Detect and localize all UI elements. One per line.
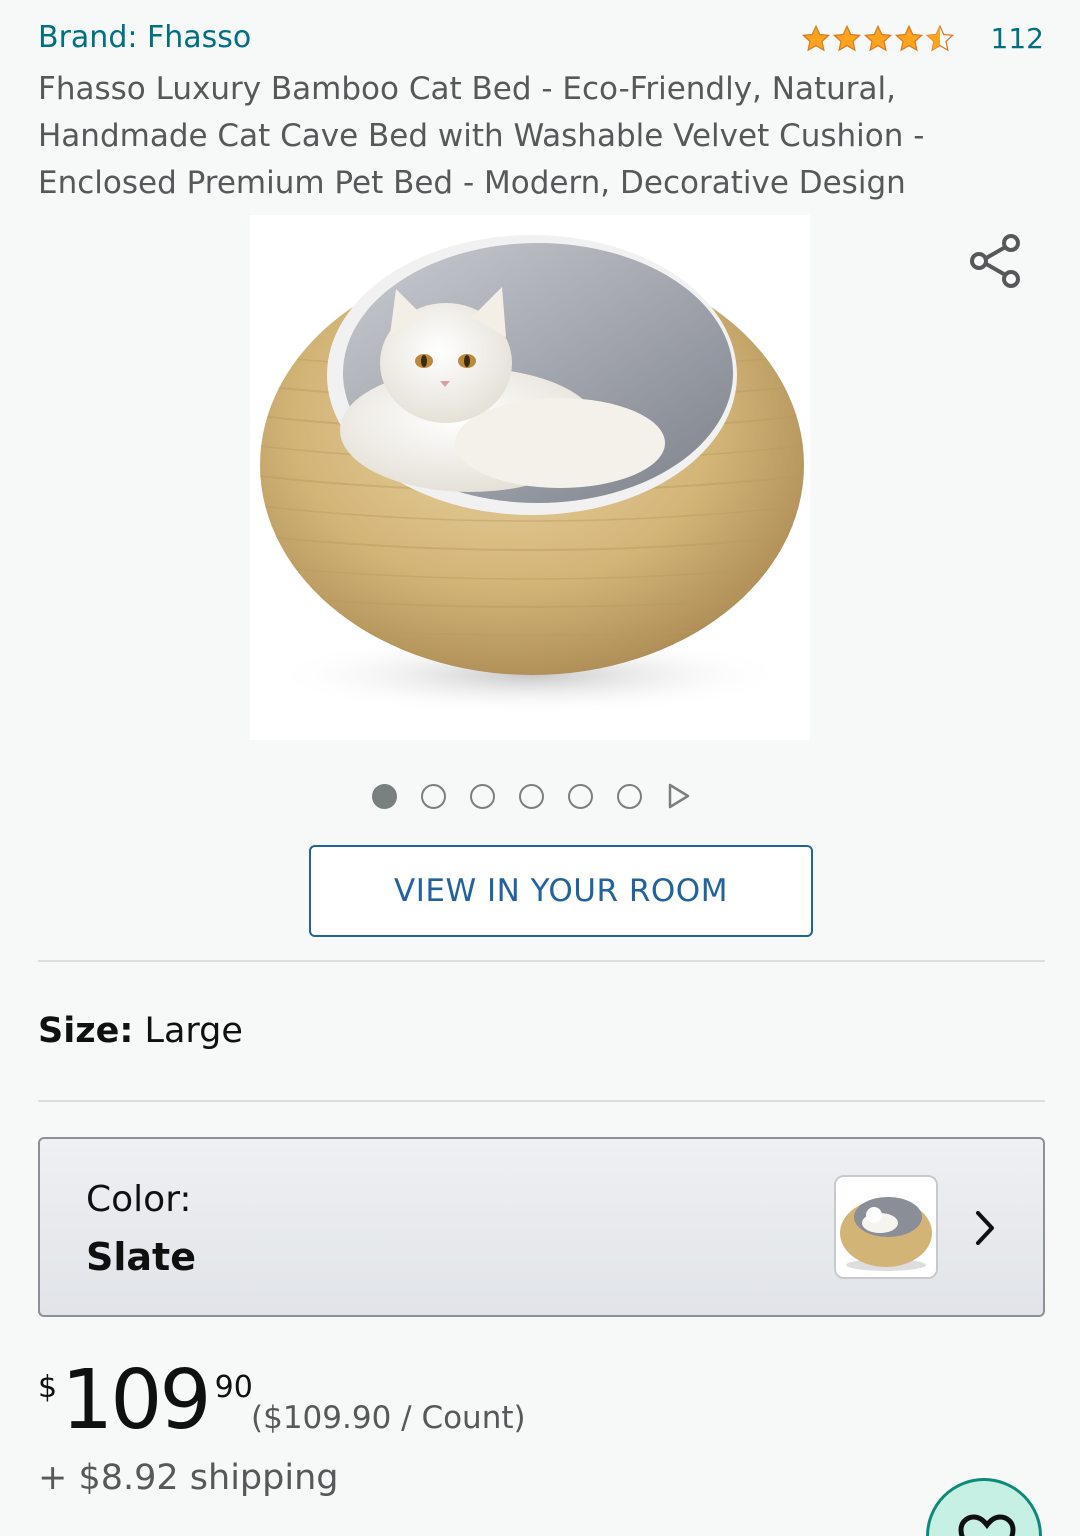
brand-link[interactable]: Brand: Fhasso <box>38 20 251 55</box>
divider <box>38 1100 1045 1102</box>
image-carousel-dots <box>372 782 692 810</box>
play-icon[interactable] <box>666 782 692 810</box>
color-selector[interactable]: Color: Slate <box>38 1137 1045 1317</box>
color-label: Color: <box>86 1179 192 1220</box>
price-whole: 109 <box>61 1353 212 1448</box>
color-thumbnail <box>834 1175 938 1279</box>
color-value: Slate <box>86 1235 196 1279</box>
size-value: Large <box>144 1011 243 1051</box>
heart-icon <box>958 1514 1016 1536</box>
star-icon <box>832 24 861 51</box>
carousel-dot-3[interactable] <box>470 783 495 809</box>
carousel-dot-6[interactable] <box>617 783 642 809</box>
carousel-dot-5[interactable] <box>568 783 593 809</box>
rating-summary[interactable]: 112 <box>801 22 1044 55</box>
carousel-dot-1[interactable] <box>372 783 397 809</box>
price-fraction: 90 <box>214 1370 253 1405</box>
product-image[interactable] <box>250 215 810 740</box>
carousel-dot-4[interactable] <box>519 783 544 809</box>
rating-count[interactable]: 112 <box>991 22 1044 55</box>
divider <box>38 960 1045 962</box>
size-label: Size: <box>38 1011 134 1051</box>
star-icon <box>894 24 923 51</box>
product-title: Fhasso Luxury Bamboo Cat Bed - Eco-Frien… <box>38 71 925 201</box>
shipping-cost: + $8.92 shipping <box>38 1458 339 1498</box>
price: $ 109 90 <box>38 1360 253 1442</box>
size-selector[interactable]: Size: Large <box>38 1011 243 1051</box>
price-currency: $ <box>38 1370 58 1405</box>
floating-action-button[interactable] <box>926 1478 1042 1536</box>
share-icon[interactable] <box>964 228 1030 294</box>
star-icon <box>863 24 892 51</box>
star-rating <box>801 24 955 54</box>
color-thumbnail-image <box>836 1177 936 1277</box>
star-half-icon <box>925 24 954 51</box>
unit-price: ($109.90 / Count) <box>251 1400 526 1436</box>
view-in-room-button[interactable]: VIEW IN YOUR ROOM <box>309 845 813 937</box>
chevron-right-icon <box>976 1211 994 1245</box>
carousel-dot-2[interactable] <box>421 783 446 809</box>
star-icon <box>801 24 830 51</box>
